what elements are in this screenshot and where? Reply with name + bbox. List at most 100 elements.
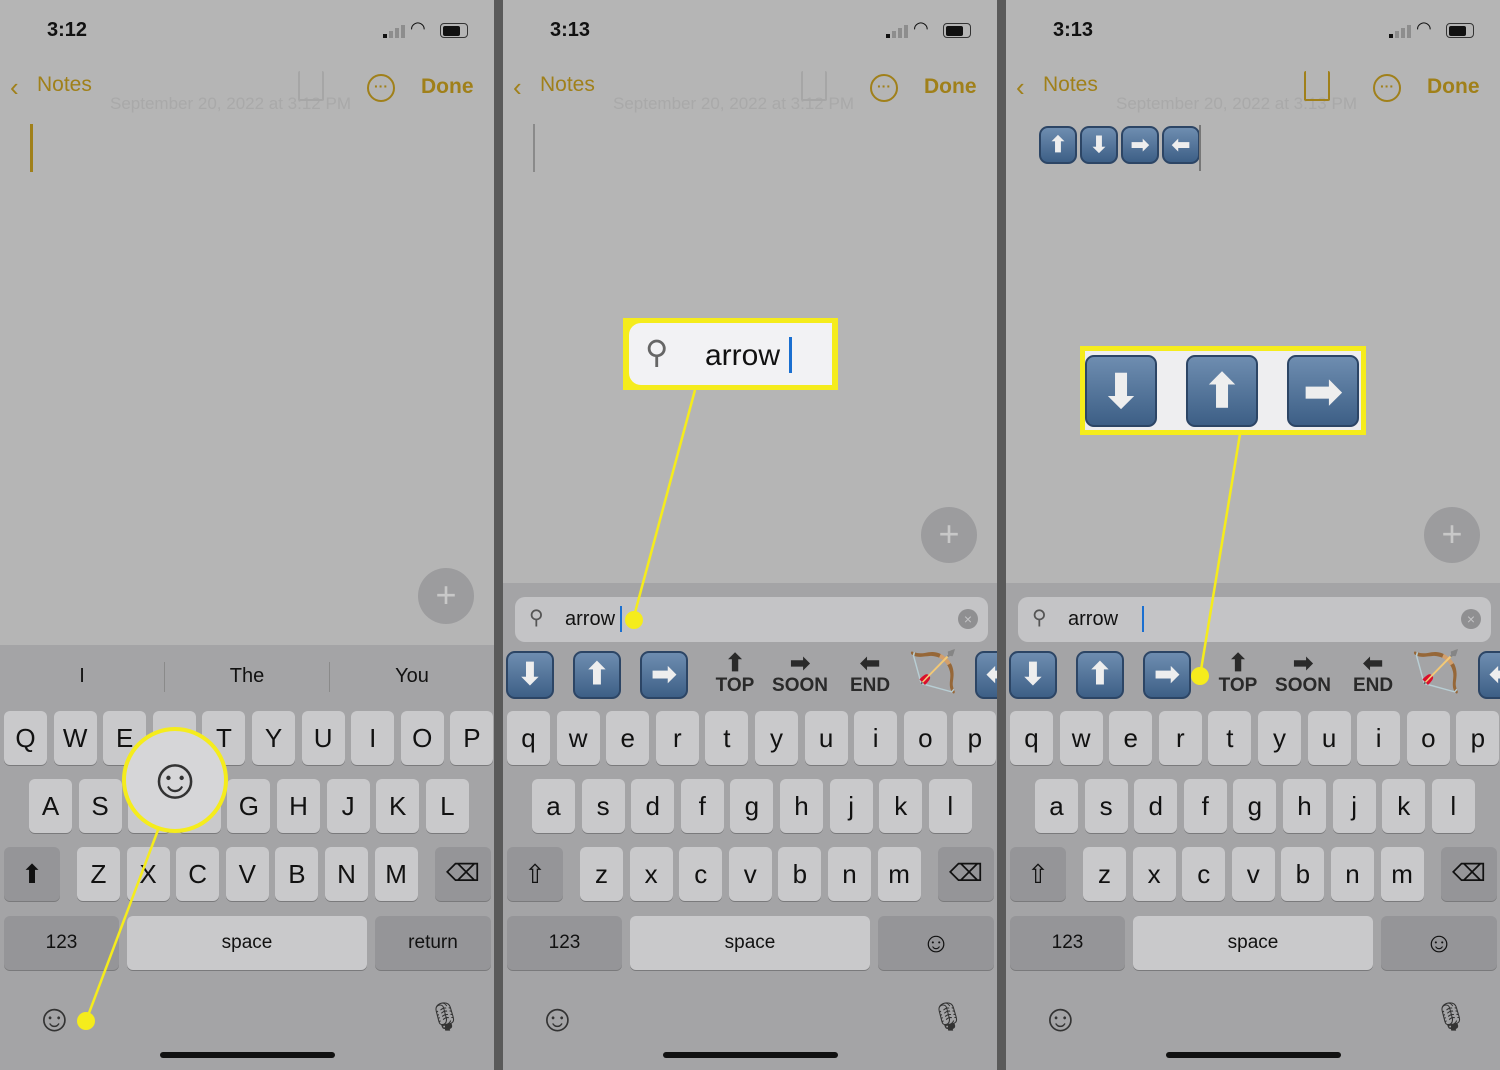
key-k[interactable]: k [1382, 779, 1426, 833]
add-button[interactable]: + [1424, 507, 1480, 563]
back-chevron-icon[interactable]: ‹ [10, 72, 19, 103]
search-input[interactable]: arrow [565, 608, 615, 631]
key-n[interactable]: N [325, 847, 368, 901]
key-x[interactable]: x [1132, 847, 1176, 901]
emoji-top[interactable]: ⬆ TOP [700, 652, 770, 696]
delete-key[interactable]: ⌫ [435, 847, 491, 901]
emoji-end[interactable]: ⬅ END [835, 652, 905, 696]
emoji-key[interactable]: ☺ [1381, 916, 1497, 970]
delete-key[interactable]: ⌫ [938, 847, 994, 901]
key-x[interactable]: X [126, 847, 170, 901]
key-w[interactable]: W [53, 711, 97, 765]
key-z[interactable]: Z [77, 847, 120, 901]
key-b[interactable]: b [778, 847, 822, 901]
key-b[interactable]: b [1281, 847, 1325, 901]
key-g[interactable]: g [730, 779, 774, 833]
space-key[interactable]: space [127, 916, 367, 970]
key-e[interactable]: e [606, 711, 650, 765]
key-o[interactable]: o [903, 711, 947, 765]
right-arrow-emoji[interactable]: ➡ [1287, 355, 1359, 427]
share-icon[interactable] [801, 71, 827, 101]
shift-key[interactable]: ⇧ [1010, 847, 1066, 901]
left-arrow-emoji[interactable]: ⬅ [975, 651, 997, 699]
key-v[interactable]: v [728, 847, 772, 901]
more-icon[interactable]: ··· [1373, 74, 1401, 102]
key-u[interactable]: u [804, 711, 848, 765]
emoji-soon[interactable]: ➡ SOON [1268, 652, 1338, 696]
home-indicator[interactable] [663, 1052, 838, 1058]
key-s[interactable]: S [78, 779, 122, 833]
key-v[interactable]: V [225, 847, 269, 901]
key-y[interactable]: y [1258, 711, 1301, 765]
right-arrow-emoji[interactable]: ➡ [640, 651, 688, 699]
clear-icon[interactable]: × [1461, 609, 1481, 629]
key-h[interactable]: h [1283, 779, 1326, 833]
emoji-keyboard-icon[interactable]: ☺ [1041, 998, 1080, 1041]
microphone-icon[interactable]: 🎙 [930, 1000, 966, 1033]
numbers-key[interactable]: 123 [1010, 916, 1125, 970]
return-key[interactable]: return [375, 916, 491, 970]
delete-key[interactable]: ⌫ [1441, 847, 1497, 901]
key-k[interactable]: k [879, 779, 923, 833]
suggestion[interactable]: The [167, 665, 327, 688]
key-u[interactable]: U [301, 711, 345, 765]
key-r[interactable]: r [655, 711, 699, 765]
key-a[interactable]: a [532, 779, 575, 833]
home-indicator[interactable] [1166, 1052, 1341, 1058]
space-key[interactable]: space [630, 916, 870, 970]
right-arrow-emoji[interactable]: ➡ [1121, 126, 1159, 164]
key-c[interactable]: c [1182, 847, 1226, 901]
key-g[interactable]: g [1233, 779, 1277, 833]
more-icon[interactable]: ··· [367, 74, 395, 102]
add-button[interactable]: + [921, 507, 977, 563]
key-h[interactable]: H [277, 779, 320, 833]
numbers-key[interactable]: 123 [4, 916, 119, 970]
key-f[interactable]: f [680, 779, 724, 833]
key-h[interactable]: h [780, 779, 823, 833]
down-arrow-emoji[interactable]: ⬇ [1085, 355, 1157, 427]
key-c[interactable]: C [176, 847, 220, 901]
key-q[interactable]: q [1010, 711, 1053, 765]
key-r[interactable]: r [1158, 711, 1202, 765]
key-w[interactable]: w [556, 711, 600, 765]
left-arrow-emoji[interactable]: ⬅ [1162, 126, 1200, 164]
key-g[interactable]: G [227, 779, 271, 833]
space-key[interactable]: space [1133, 916, 1373, 970]
emoji-search-field[interactable]: ⚲ arrow × [515, 597, 988, 642]
back-chevron-icon[interactable]: ‹ [513, 72, 522, 103]
emoji-soon[interactable]: ➡ SOON [765, 652, 835, 696]
left-arrow-emoji[interactable]: ⬅ [1478, 651, 1500, 699]
suggestion[interactable]: You [332, 665, 492, 688]
share-icon[interactable] [298, 71, 324, 101]
done-button[interactable]: Done [1427, 75, 1480, 99]
done-button[interactable]: Done [924, 75, 977, 99]
key-p[interactable]: p [1456, 711, 1500, 765]
home-indicator[interactable] [160, 1052, 335, 1058]
key-e[interactable]: e [1109, 711, 1153, 765]
key-m[interactable]: m [877, 847, 921, 901]
key-i[interactable]: I [351, 711, 395, 765]
emoji-keyboard-icon[interactable]: ☺ [538, 998, 577, 1041]
emoji-key[interactable]: ☺ [878, 916, 994, 970]
key-d[interactable]: d [1134, 779, 1178, 833]
more-icon[interactable]: ··· [870, 74, 898, 102]
key-s[interactable]: s [1084, 779, 1128, 833]
key-l[interactable]: L [425, 779, 469, 833]
emoji-end[interactable]: ⬅ END [1338, 652, 1408, 696]
key-j[interactable]: j [1332, 779, 1376, 833]
done-button[interactable]: Done [421, 75, 474, 99]
key-p[interactable]: p [953, 711, 997, 765]
up-arrow-emoji[interactable]: ⬆ [1186, 355, 1258, 427]
back-button[interactable]: Notes [37, 73, 92, 97]
key-p[interactable]: P [450, 711, 494, 765]
back-button[interactable]: Notes [540, 73, 595, 97]
add-button[interactable]: + [418, 568, 474, 624]
bow-and-arrow-emoji[interactable]: 🏹 [1411, 648, 1461, 695]
microphone-icon[interactable]: 🎙 [1433, 1000, 1469, 1033]
key-q[interactable]: q [507, 711, 550, 765]
key-x[interactable]: x [629, 847, 673, 901]
key-m[interactable]: M [374, 847, 418, 901]
key-w[interactable]: w [1059, 711, 1103, 765]
key-v[interactable]: v [1231, 847, 1275, 901]
numbers-key[interactable]: 123 [507, 916, 622, 970]
